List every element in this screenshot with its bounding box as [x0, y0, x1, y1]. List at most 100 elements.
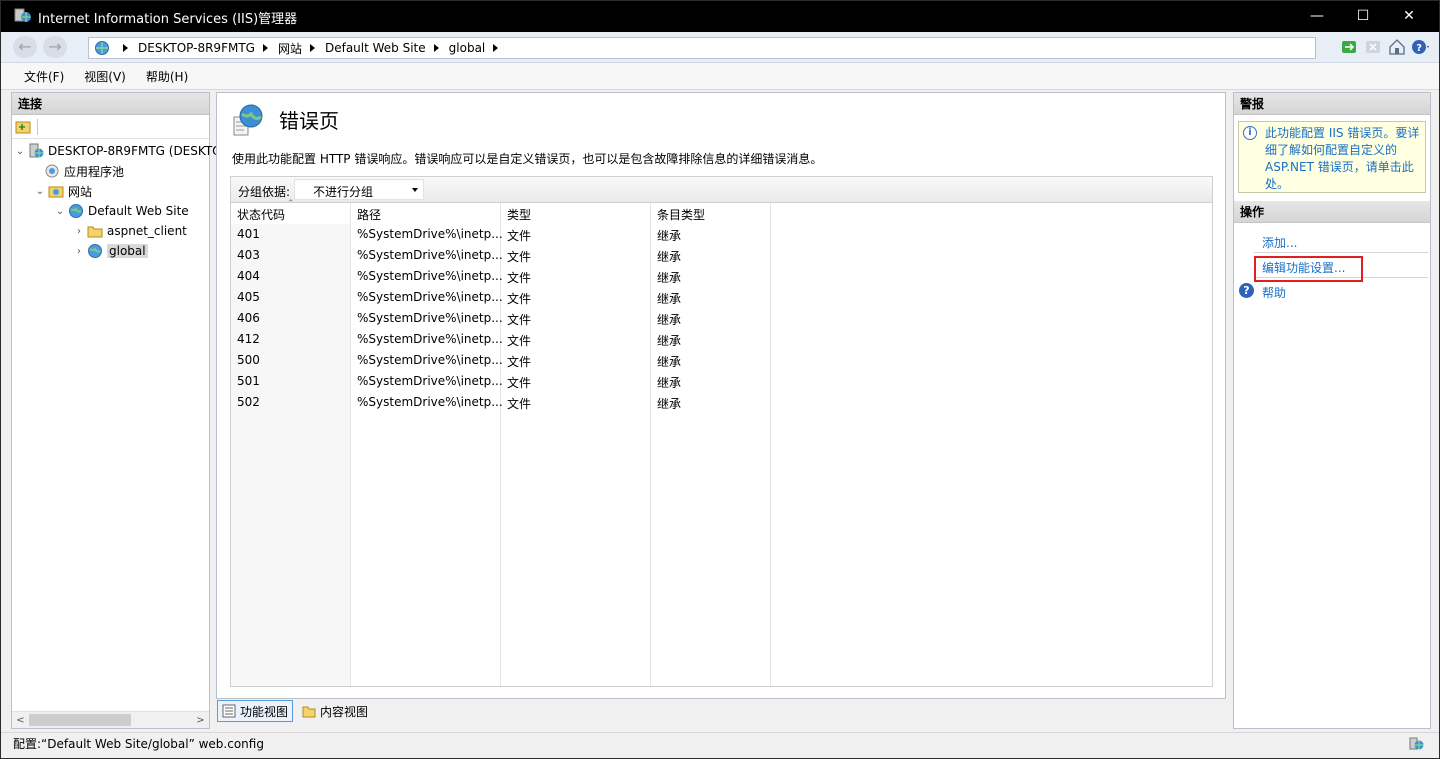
table-row[interactable]: 404 %SystemDrive%\inetp... 文件 继承: [231, 266, 1212, 287]
cell-status-code: 502: [237, 395, 260, 409]
column-header-entry-type[interactable]: 条目类型: [657, 206, 705, 223]
action-help[interactable]: 帮助: [1262, 284, 1286, 301]
folder-icon: [87, 226, 103, 238]
address-bar[interactable]: DESKTOP-8R9FMTG 网站 Default Web Site glob…: [88, 37, 1316, 59]
scroll-right-icon[interactable]: >: [192, 712, 209, 729]
cell-type: 文件: [507, 334, 532, 348]
cell-type: 文件: [507, 376, 532, 390]
dropdown-arrow-icon[interactable]: [412, 188, 418, 192]
maximize-button[interactable]: ☐: [1340, 1, 1386, 32]
breadcrumb-server[interactable]: DESKTOP-8R9FMTG: [138, 41, 255, 55]
group-by-bar: 分组依据: 不进行分组: [230, 176, 1213, 203]
breadcrumb-sites[interactable]: 网站: [278, 40, 302, 57]
collapse-icon[interactable]: ⌄: [54, 205, 66, 217]
refresh-icon[interactable]: [1339, 37, 1359, 57]
back-button[interactable]: ←: [13, 36, 37, 58]
tree-node-app-pools[interactable]: 应用程序池: [42, 161, 124, 181]
table-row[interactable]: 502 %SystemDrive%\inetp... 文件 继承: [231, 392, 1212, 413]
table-row[interactable]: 401 %SystemDrive%\inetp... 文件 继承: [231, 224, 1212, 245]
cell-path: %SystemDrive%\inetp...: [357, 332, 503, 346]
error-pages-icon: [233, 104, 263, 136]
tree-label: aspnet_client: [107, 224, 187, 238]
action-add[interactable]: 添加...: [1262, 234, 1297, 251]
tree-node-default-web-site[interactable]: ⌄ Default Web Site: [54, 201, 189, 221]
group-by-value: 不进行分组: [313, 185, 374, 199]
connections-header: 连接: [12, 93, 209, 115]
content-view-icon: [302, 706, 316, 718]
cell-type: 文件: [507, 292, 532, 306]
table-row[interactable]: 412 %SystemDrive%\inetp... 文件 继承: [231, 329, 1212, 350]
tree-node-aspnet-client[interactable]: › aspnet_client: [73, 221, 187, 241]
column-header-type[interactable]: 类型: [507, 206, 531, 223]
forward-button[interactable]: →: [43, 36, 67, 58]
minimize-button[interactable]: —: [1294, 1, 1340, 32]
collapse-icon[interactable]: ⌄: [34, 185, 46, 197]
collapse-icon[interactable]: ⌄: [14, 145, 26, 157]
table-row[interactable]: 405 %SystemDrive%\inetp... 文件 继承: [231, 287, 1212, 308]
cell-entry-type: 继承: [657, 376, 682, 390]
tree-label: global: [107, 244, 148, 258]
page-description: 使用此功能配置 HTTP 错误响应。错误响应可以是自定义错误页，也可以是包含故障…: [232, 152, 823, 166]
column-header-status-code[interactable]: 状态代码: [237, 206, 285, 223]
cell-status-code: 500: [237, 353, 260, 367]
cell-type: 文件: [507, 355, 532, 369]
cell-type: 文件: [507, 313, 532, 327]
iis-manager-window: Internet Information Services (IIS)管理器 —…: [0, 0, 1440, 759]
table-row[interactable]: 501 %SystemDrive%\inetp... 文件 继承: [231, 371, 1212, 392]
menu-file[interactable]: 文件(F): [24, 68, 64, 85]
status-bar: 配置:“Default Web Site/global” web.config: [1, 732, 1439, 758]
alert-text-link[interactable]: 此功能配置 IIS 错误页。要详细了解如何配置自定义的 ASP.NET 错误页，…: [1265, 125, 1425, 193]
toolbar-divider: [37, 119, 38, 135]
expand-icon[interactable]: ›: [73, 225, 85, 237]
cell-entry-type: 继承: [657, 250, 682, 264]
action-divider: [1254, 252, 1428, 253]
tree-node-sites[interactable]: ⌄ 网站: [34, 181, 92, 201]
cell-status-code: 404: [237, 269, 260, 283]
error-pages-table: 状态代码 ⌃ 路径 类型 条目类型 401 %SystemDrive%\inet…: [230, 199, 1213, 687]
breadcrumb-default-web-site[interactable]: Default Web Site: [325, 41, 426, 55]
home-icon[interactable]: [1387, 37, 1407, 57]
tab-features-view[interactable]: 功能视图: [217, 700, 294, 722]
create-connection-icon[interactable]: [15, 119, 31, 135]
table-row[interactable]: 406 %SystemDrive%\inetp... 文件 继承: [231, 308, 1212, 329]
group-by-select[interactable]: 不进行分组: [294, 179, 424, 200]
window-title: Internet Information Services (IIS)管理器: [38, 12, 298, 27]
server-icon: [29, 143, 44, 158]
breadcrumb-separator-icon[interactable]: [493, 44, 499, 52]
menu-view[interactable]: 视图(V): [84, 68, 126, 85]
expand-icon[interactable]: ›: [73, 245, 85, 257]
cell-entry-type: 继承: [657, 355, 682, 369]
table-header: 状态代码 ⌃ 路径 类型 条目类型: [231, 199, 1212, 224]
tab-content-view[interactable]: 内容视图: [297, 700, 373, 722]
stop-icon[interactable]: [1363, 37, 1383, 57]
address-tools: ?: [1339, 37, 1431, 57]
table-row[interactable]: 403 %SystemDrive%\inetp... 文件 继承: [231, 245, 1212, 266]
highlight-box: [1254, 256, 1363, 282]
connections-pane: 连接 ⌄ DESKTOP-8R9FMTG (DESKTOP-8R9FMTG\Ad…: [11, 92, 381, 729]
cell-type: 文件: [507, 397, 532, 411]
menu-help[interactable]: 帮助(H): [146, 68, 188, 85]
column-header-path[interactable]: 路径: [357, 206, 381, 223]
tree-label: 网站: [68, 184, 93, 199]
cell-path: %SystemDrive%\inetp...: [357, 374, 503, 388]
cell-entry-type: 继承: [657, 313, 682, 327]
cell-path: %SystemDrive%\inetp...: [357, 311, 503, 325]
cell-status-code: 405: [237, 290, 260, 304]
menu-bar: 文件(F) 视图(V) 帮助(H): [1, 63, 1439, 90]
cell-entry-type: 继承: [657, 271, 682, 285]
tree-label: 应用程序池: [64, 164, 125, 179]
web-app-icon: [88, 244, 102, 258]
table-row[interactable]: 500 %SystemDrive%\inetp... 文件 继承: [231, 350, 1212, 371]
scroll-thumb[interactable]: [29, 714, 131, 726]
help-dropdown-icon[interactable]: ?: [1411, 37, 1431, 57]
status-text: 配置:“Default Web Site/global” web.config: [13, 737, 264, 751]
iis-app-icon: [14, 8, 31, 22]
alerts-header: 警报: [1234, 93, 1430, 115]
cell-path: %SystemDrive%\inetp...: [357, 227, 503, 241]
close-button[interactable]: ✕: [1386, 1, 1432, 32]
scroll-left-icon[interactable]: <: [12, 712, 29, 729]
app-pool-icon: [45, 164, 59, 178]
breadcrumb-global[interactable]: global: [449, 41, 486, 55]
tree-node-global[interactable]: › global: [73, 241, 148, 261]
horizontal-scrollbar[interactable]: < >: [12, 711, 209, 728]
